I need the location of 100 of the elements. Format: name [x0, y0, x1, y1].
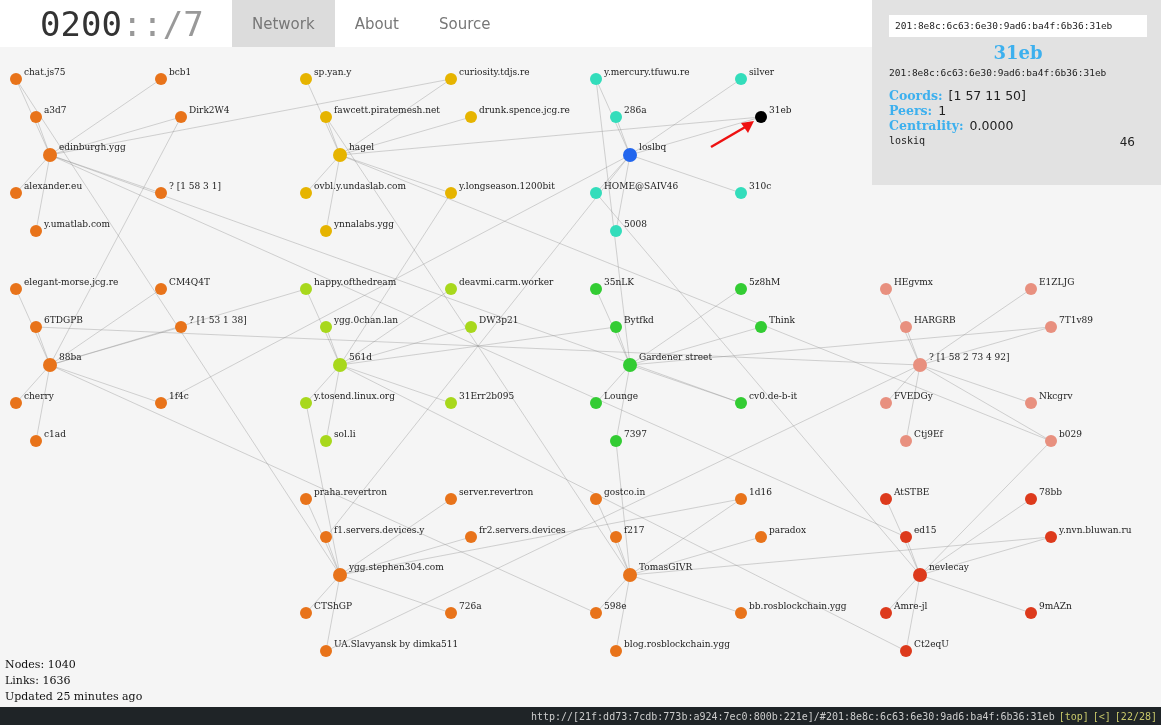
node-dot[interactable]	[30, 435, 42, 447]
node-dot[interactable]	[445, 493, 457, 505]
node-dot[interactable]	[175, 321, 187, 333]
hub-node-dot[interactable]	[913, 568, 927, 582]
node-dot[interactable]	[445, 187, 457, 199]
node-dot[interactable]	[320, 435, 332, 447]
node-dot[interactable]	[320, 225, 332, 237]
node-dot[interactable]	[175, 111, 187, 123]
node-dot[interactable]	[155, 397, 167, 409]
node-label: silver	[749, 67, 775, 77]
node-label: chat.js75	[24, 67, 66, 77]
hub-node-dot[interactable]	[333, 568, 347, 582]
field-label: Coords:	[889, 87, 943, 103]
node-dot[interactable]	[1045, 531, 1057, 543]
node-dot[interactable]	[300, 187, 312, 199]
node-label: ed15	[914, 525, 937, 535]
node-dot[interactable]	[445, 607, 457, 619]
node-dot[interactable]	[610, 531, 622, 543]
node-dot[interactable]	[1025, 607, 1037, 619]
node-dot[interactable]	[30, 111, 42, 123]
node-dot[interactable]	[155, 73, 167, 85]
node-dot[interactable]	[880, 397, 892, 409]
node-label: cv0.de-b-it	[749, 391, 798, 401]
hub-node-dot[interactable]	[913, 358, 927, 372]
hub-node-dot[interactable]	[623, 568, 637, 582]
node-dot[interactable]	[900, 645, 912, 657]
node-dot[interactable]	[880, 283, 892, 295]
node-dot[interactable]	[465, 321, 477, 333]
node-dot[interactable]	[320, 645, 332, 657]
node-dot[interactable]	[10, 187, 22, 199]
node-dot[interactable]	[445, 73, 457, 85]
hub-node-dot[interactable]	[333, 148, 347, 162]
node-dot[interactable]	[755, 321, 767, 333]
node-dot[interactable]	[735, 283, 747, 295]
node-dot[interactable]	[445, 397, 457, 409]
node-dot[interactable]	[320, 111, 332, 123]
status-link[interactable]: [<]	[1092, 710, 1111, 722]
node-dot[interactable]	[880, 493, 892, 505]
hub-node-dot[interactable]	[43, 148, 57, 162]
node-dot[interactable]	[1045, 435, 1057, 447]
hub-node-dot[interactable]	[333, 358, 347, 372]
node-dot[interactable]	[30, 321, 42, 333]
nav-tab[interactable]: About	[334, 0, 419, 47]
node-dot[interactable]	[755, 111, 767, 123]
node-dot[interactable]	[900, 321, 912, 333]
node-dot[interactable]	[300, 283, 312, 295]
node-dot[interactable]	[610, 645, 622, 657]
node-dot[interactable]	[610, 435, 622, 447]
hub-node-dot[interactable]	[623, 358, 637, 372]
node-dot[interactable]	[1025, 397, 1037, 409]
node-dot[interactable]	[590, 73, 602, 85]
peer-name[interactable]: loskiq	[889, 134, 926, 149]
node-dot[interactable]	[590, 607, 602, 619]
node-dot[interactable]	[735, 187, 747, 199]
node-dot[interactable]	[900, 435, 912, 447]
node-dot[interactable]	[320, 531, 332, 543]
node-dot[interactable]	[610, 111, 622, 123]
node-dot[interactable]	[320, 321, 332, 333]
node-dot[interactable]	[590, 493, 602, 505]
node-label: DW3p21	[479, 315, 519, 325]
search-field[interactable]: 201:8e8c:6c63:6e30:9ad6:ba4f:6b36:31eb	[889, 14, 1147, 37]
node-dot[interactable]	[610, 225, 622, 237]
hub-node-dot[interactable]	[623, 148, 637, 162]
node-dot[interactable]	[900, 531, 912, 543]
node-dot[interactable]	[465, 111, 477, 123]
node-dot[interactable]	[880, 607, 892, 619]
node-dot[interactable]	[1045, 321, 1057, 333]
node-label: 5z8hM	[749, 277, 781, 287]
node-dot[interactable]	[465, 531, 477, 543]
node-dot[interactable]	[590, 283, 602, 295]
node-dot[interactable]	[10, 283, 22, 295]
node-dot[interactable]	[735, 493, 747, 505]
node-dot[interactable]	[445, 283, 457, 295]
node-dot[interactable]	[610, 321, 622, 333]
node-dot[interactable]	[590, 397, 602, 409]
node-dot[interactable]	[300, 607, 312, 619]
node-label: praha.revertron	[314, 487, 387, 497]
nav-tab[interactable]: Source	[419, 0, 511, 47]
node-dot[interactable]	[755, 531, 767, 543]
hub-node-dot[interactable]	[43, 358, 57, 372]
node-dot[interactable]	[300, 73, 312, 85]
node-dot[interactable]	[300, 493, 312, 505]
node-dot[interactable]	[10, 73, 22, 85]
node-dot[interactable]	[735, 607, 747, 619]
node-dot[interactable]	[30, 225, 42, 237]
node-dot[interactable]	[1025, 493, 1037, 505]
node-dot[interactable]	[155, 187, 167, 199]
node-dot[interactable]	[10, 397, 22, 409]
node-dot[interactable]	[735, 73, 747, 85]
node-label: sol.li	[334, 429, 356, 439]
node-dot[interactable]	[300, 397, 312, 409]
status-link[interactable]: [top]	[1058, 710, 1089, 722]
status-link[interactable]: [22/28]	[1114, 710, 1157, 722]
node-dot[interactable]	[735, 397, 747, 409]
node-dot[interactable]	[590, 187, 602, 199]
node-label: 31eb	[769, 105, 792, 115]
node-label: FVEDGy	[894, 391, 933, 401]
node-label: alexander.eu	[24, 181, 83, 191]
node-dot[interactable]	[155, 283, 167, 295]
node-dot[interactable]	[1025, 283, 1037, 295]
